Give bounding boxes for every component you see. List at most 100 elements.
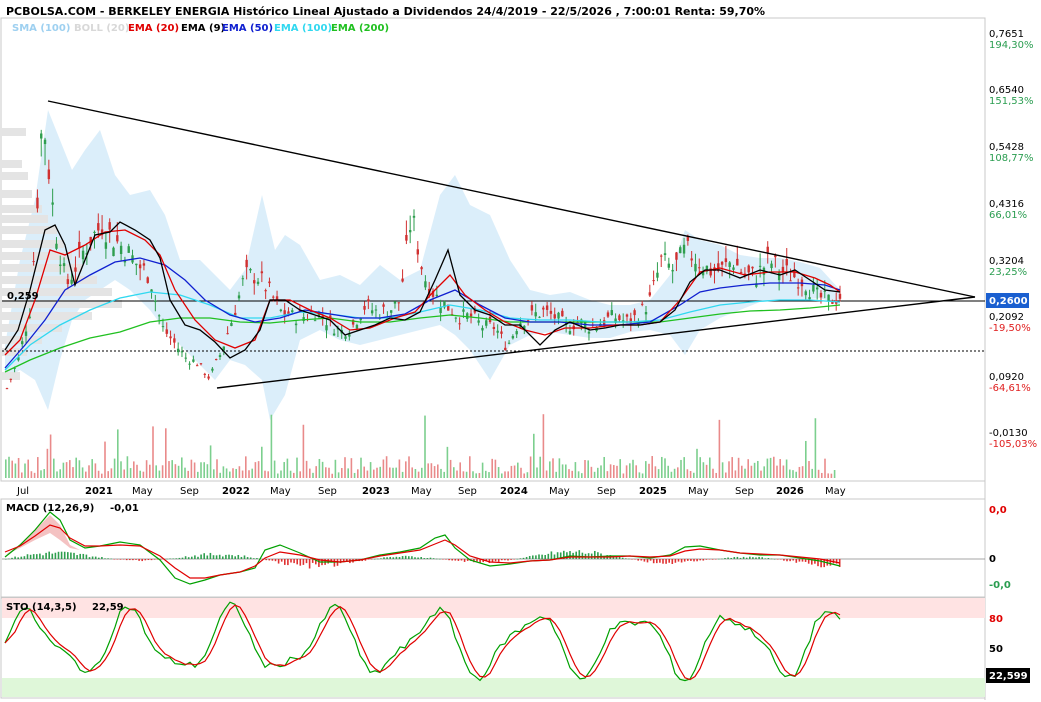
volume-bar (126, 456, 129, 478)
macd-hist-bar (5, 559, 7, 560)
volume-bar (635, 465, 637, 478)
macd-hist-bar (454, 559, 457, 561)
volume-bar (334, 459, 337, 478)
volume-bar (539, 456, 541, 478)
macd-hist-bar (395, 556, 398, 559)
volume-bar (37, 457, 39, 478)
volume-bar (421, 467, 423, 478)
macd-hist-bar (665, 559, 667, 564)
volume-bar (747, 459, 749, 478)
macd-hist-bar (268, 559, 271, 561)
macd-hist-bar (237, 554, 240, 559)
volume-bar (517, 462, 519, 478)
candle-body (355, 324, 359, 329)
candle-body (370, 310, 374, 314)
macd-hist-bar (141, 559, 143, 562)
macd-hist-bar (243, 555, 246, 559)
macd-hist-bar (122, 559, 125, 560)
macd-hist-bar (504, 559, 506, 561)
volume-bar (744, 468, 746, 478)
legend-item: EMA (200) (331, 23, 389, 34)
volume-bar (520, 467, 522, 478)
candle-body (104, 242, 108, 249)
stock-chart: PCBOLSA.COM - BERKELEY ENERGIA Histórico… (0, 5, 1037, 700)
macd-hist-bar (432, 558, 435, 559)
macd-hist-bar (736, 556, 739, 559)
volume-bar (465, 471, 468, 478)
volume-bar (389, 467, 391, 478)
volume-bar (357, 469, 359, 478)
macd-hist-bar (113, 559, 116, 560)
macd-hist-bar (426, 558, 429, 559)
candle-body (812, 284, 815, 292)
macd-hist-bar (39, 553, 41, 559)
macd-hist-bar (290, 559, 292, 563)
macd-hist-bar (789, 559, 791, 562)
volume-bar (91, 459, 93, 478)
volume-bar (398, 459, 401, 478)
volume-bar (693, 472, 695, 478)
macd-hist-bar (525, 556, 528, 559)
candle-body (766, 246, 769, 253)
macd-hist-bar (801, 559, 804, 562)
volume-bar (571, 470, 573, 478)
macd-hist-bar (501, 559, 503, 561)
candle-body (500, 331, 503, 334)
candle-body (260, 271, 264, 274)
volume-bar (392, 467, 394, 478)
volume-bar (814, 418, 817, 478)
macd-hist-bar (448, 559, 450, 561)
candle-body (195, 365, 199, 367)
candle-body (469, 313, 473, 317)
volume-bar (229, 471, 231, 478)
volume-bar (443, 471, 445, 478)
candle-body (610, 310, 613, 316)
candle-body (81, 250, 85, 260)
time-tick-label: May (688, 486, 709, 497)
volume-bar (296, 457, 298, 478)
macd-hist-bar (786, 559, 788, 562)
macd-value: -0,01 (110, 503, 139, 514)
time-tick-label: May (411, 486, 432, 497)
candle-body (393, 301, 397, 304)
volume-bar (513, 465, 516, 478)
time-tick-label: 2024 (500, 486, 528, 497)
candle-body (724, 258, 728, 263)
volume-bar (81, 467, 84, 478)
macd-hist-bar (730, 557, 732, 559)
volume-bar (168, 461, 170, 478)
macd-hist-bar (702, 559, 705, 561)
macd-hist-bar (411, 556, 413, 559)
volume-bar (238, 466, 241, 478)
macd-hist-bar (119, 559, 122, 560)
macd-hist-bar (634, 559, 636, 560)
macd-hist-bar (643, 559, 646, 562)
volume-bar (581, 473, 583, 478)
candle-body (374, 309, 378, 311)
volume-bar (568, 469, 570, 478)
volume-bar (5, 459, 7, 478)
volume-bar (88, 465, 90, 478)
sto-tick-label: 50 (989, 644, 1003, 655)
macd-hist-bar (392, 557, 395, 559)
volume-bar (401, 471, 404, 478)
candle-body (173, 338, 176, 343)
volume-bar (408, 456, 410, 478)
candle-body (408, 230, 412, 233)
macd-hist-bar (687, 559, 689, 561)
macd-hist-bar (439, 558, 441, 560)
candle-body (827, 294, 830, 301)
candle-body (180, 351, 184, 353)
volume-bar (161, 465, 164, 478)
candle-body (641, 303, 644, 305)
price-pct-label: -64,61% (989, 383, 1031, 394)
candle-body (36, 197, 39, 209)
macd-hist-bar (169, 558, 171, 559)
candle-body (40, 133, 43, 139)
candle-body (477, 320, 480, 323)
macd-hist-bar (408, 556, 410, 559)
volume-bar (53, 458, 55, 478)
candle-body (157, 315, 161, 317)
macd-hist-bar (621, 557, 624, 559)
volume-bar (283, 462, 285, 478)
